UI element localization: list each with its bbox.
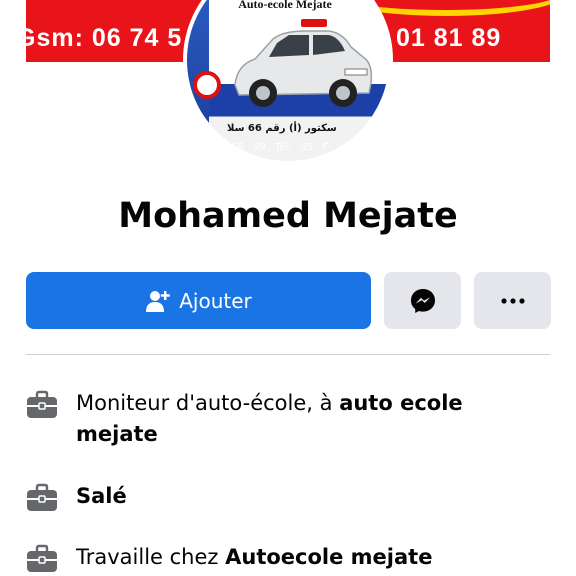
info-row-employer: Travaille chez Autoecole mejate <box>26 542 550 574</box>
avatar-address: سكتور (أ) رقم 66 سلا <box>227 123 337 134</box>
messenger-icon <box>410 288 435 313</box>
car-image <box>234 19 373 107</box>
info-row-location: Salé <box>26 481 550 513</box>
avatar-title: Auto-ecole Mejate <box>238 0 332 11</box>
info-employer-prefix: Travaille chez <box>76 545 226 569</box>
more-options-button[interactable] <box>474 272 551 329</box>
cover-phone-left: Gsm: 06 74 5 <box>26 24 183 52</box>
add-friend-button[interactable]: Ajouter <box>26 272 371 329</box>
info-employer-text: Travaille chez Autoecole mejate <box>76 542 550 574</box>
info-work-text: Moniteur d'auto-école, à auto ecole meja… <box>76 388 550 450</box>
briefcase-icon <box>27 390 57 418</box>
info-location-text: Salé <box>76 481 550 513</box>
profile-name: Mohamed Mejate <box>118 196 458 236</box>
briefcase-icon <box>27 544 57 572</box>
info-work-prefix: Moniteur d'auto-école, à <box>76 391 340 415</box>
avatar-phone: 66 09 Tél: 05 F <box>231 142 329 153</box>
info-row-work: Moniteur d'auto-école, à auto ecole meja… <box>26 388 550 450</box>
briefcase-icon <box>27 483 57 511</box>
info-location-value[interactable]: Salé <box>76 484 127 508</box>
section-divider <box>26 354 550 355</box>
cover-phone-right: 01 81 89 <box>396 24 502 52</box>
profile-picture[interactable]: Auto-ecole Mejate سكتور (أ) رقم 66 سلا 6… <box>183 0 393 165</box>
messenger-button[interactable] <box>384 272 461 329</box>
stop-sign-icon <box>193 71 221 99</box>
info-employer-value[interactable]: Autoecole mejate <box>225 545 432 569</box>
add-friend-label: Ajouter <box>179 288 252 313</box>
more-icon <box>500 297 525 304</box>
add-friend-icon <box>146 290 171 312</box>
